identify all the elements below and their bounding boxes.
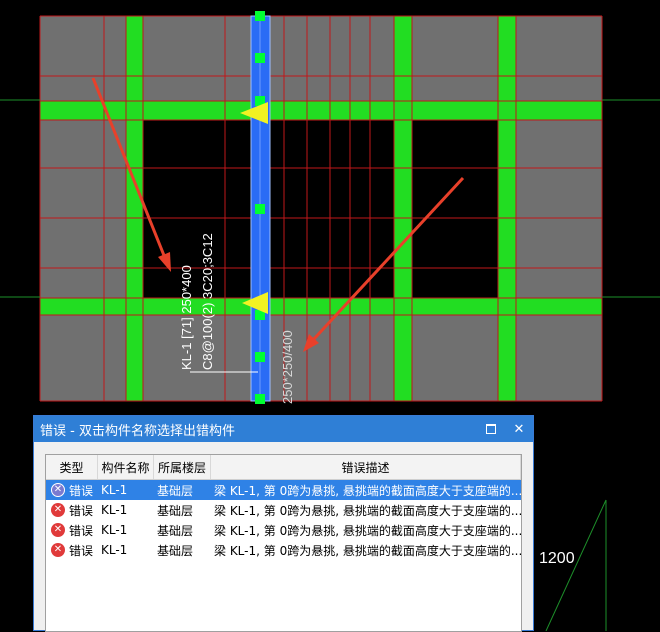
dimension-label: 1200 <box>539 550 575 567</box>
row-floor: 基础层 <box>157 483 194 498</box>
error-icon: ✕ <box>51 483 65 497</box>
list-header: 类型 构件名称 所属楼层 错误描述 <box>46 455 521 480</box>
column-header-desc[interactable]: 错误描述 <box>211 455 521 479</box>
column-header-name[interactable]: 构件名称 <box>98 455 154 479</box>
row-desc: 梁 KL-1, 第 0跨为悬挑, 悬挑端的截面高度大于支座端的... <box>214 543 521 558</box>
row-desc: 梁 KL-1, 第 0跨为悬挑, 悬挑端的截面高度大于支座端的... <box>214 523 521 538</box>
beam-label-section: 250*250/400 <box>280 330 295 404</box>
close-icon: ✕ <box>513 421 525 437</box>
error-icon: ✕ <box>51 523 65 537</box>
error-list[interactable]: 类型 构件名称 所属楼层 错误描述 ✕ 错误 KL-1 基础层 梁 KL-1, 第… <box>45 454 522 632</box>
row-name[interactable]: KL-1 <box>98 503 154 517</box>
row-name[interactable]: KL-1 <box>98 543 154 557</box>
row-floor: 基础层 <box>157 503 194 518</box>
row-name[interactable]: KL-1 <box>98 483 154 497</box>
beam-label-name: KL-1 [71] 250*400 <box>179 265 194 370</box>
row-type: 错误 <box>69 543 94 558</box>
opening <box>143 120 251 298</box>
row-floor: 基础层 <box>157 523 194 538</box>
row-floor: 基础层 <box>157 543 194 558</box>
list-item[interactable]: ✕ 错误 KL-1 基础层 梁 KL-1, 第 0跨为悬挑, 悬挑端的截面高度大于… <box>46 540 521 560</box>
dialog-titlebar[interactable]: 错误 - 双击构件名称选择出错构件 ✕ <box>34 416 533 442</box>
maximize-icon <box>486 424 496 434</box>
error-icon: ✕ <box>51 503 65 517</box>
row-type: 错误 <box>69 523 94 538</box>
list-item[interactable]: ✕ 错误 KL-1 基础层 梁 KL-1, 第 0跨为悬挑, 悬挑端的截面高度大于… <box>46 480 521 500</box>
column-header-type[interactable]: 类型 <box>46 455 98 479</box>
row-desc: 梁 KL-1, 第 0跨为悬挑, 悬挑端的截面高度大于支座端的... <box>214 503 521 518</box>
column-header-floor[interactable]: 所属楼层 <box>154 455 211 479</box>
list-item[interactable]: ✕ 错误 KL-1 基础层 梁 KL-1, 第 0跨为悬挑, 悬挑端的截面高度大于… <box>46 500 521 520</box>
list-item[interactable]: ✕ 错误 KL-1 基础层 梁 KL-1, 第 0跨为悬挑, 悬挑端的截面高度大于… <box>46 520 521 540</box>
dialog-title: 错误 - 双击构件名称选择出错构件 <box>40 423 235 439</box>
beam-label-rebar: C8@100(2) 3C20;3C12 <box>200 233 215 370</box>
row-type: 错误 <box>69 483 94 498</box>
row-desc: 梁 KL-1, 第 0跨为悬挑, 悬挑端的截面高度大于支座端的... <box>214 483 521 498</box>
opening <box>412 120 498 298</box>
error-dialog: 错误 - 双击构件名称选择出错构件 ✕ 类型 构件名称 所属楼层 错误描述 ✕ 错… <box>33 415 534 632</box>
row-name[interactable]: KL-1 <box>98 523 154 537</box>
row-type: 错误 <box>69 503 94 518</box>
error-icon: ✕ <box>51 543 65 557</box>
maximize-button[interactable] <box>477 416 505 442</box>
close-button[interactable]: ✕ <box>505 416 533 442</box>
